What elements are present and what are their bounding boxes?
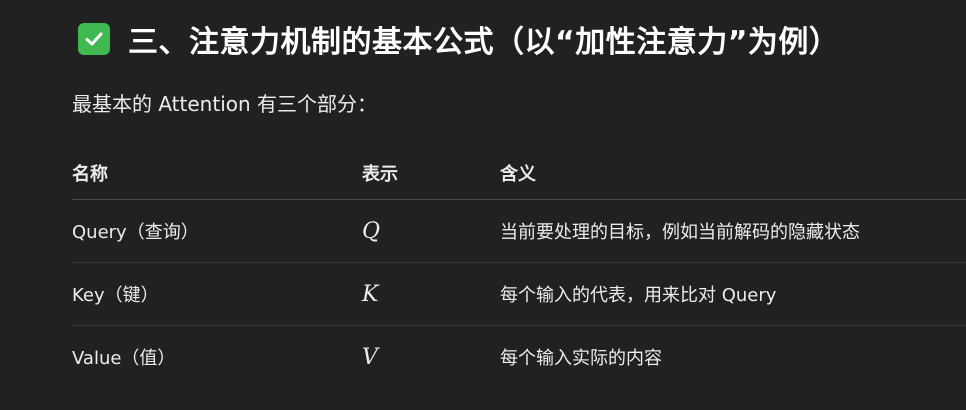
cell-symbol: K	[362, 281, 379, 307]
table-header-row: 名称 表示 含义	[72, 146, 966, 200]
header-name: 名称	[72, 163, 108, 185]
cell-symbol: Q	[362, 218, 381, 244]
check-box-icon	[78, 23, 110, 55]
table-row-key: Key（键） K 每个输入的代表，用来比对 Query	[72, 263, 966, 326]
table-row-value: Value（值） V 每个输入实际的内容	[72, 326, 966, 388]
cell-meaning: 每个输入的代表，用来比对 Query	[500, 285, 777, 306]
attention-parts-table: 名称 表示 含义 Query（查询） Q 当前要处理的目标，例如当前解码的隐藏状…	[72, 146, 966, 388]
cell-name: Key（键）	[72, 285, 159, 306]
section-title: 三、注意力机制的基本公式（以“加性注意力”为例）	[128, 25, 840, 60]
header-meaning: 含义	[500, 163, 536, 185]
cell-name: Query（查询）	[72, 222, 199, 243]
cell-meaning: 每个输入实际的内容	[500, 348, 662, 369]
cell-meaning: 当前要处理的目标，例如当前解码的隐藏状态	[500, 222, 860, 243]
table-row-query: Query（查询） Q 当前要处理的目标，例如当前解码的隐藏状态	[72, 200, 966, 263]
section-heading: 三、注意力机制的基本公式（以“加性注意力”为例）	[78, 16, 839, 62]
intro-text: 最基本的 Attention 有三个部分：	[72, 92, 378, 116]
cell-symbol: V	[362, 344, 378, 370]
cell-name: Value（值）	[72, 348, 176, 369]
header-symbol: 表示	[362, 163, 398, 185]
check-mark-icon	[85, 32, 103, 46]
